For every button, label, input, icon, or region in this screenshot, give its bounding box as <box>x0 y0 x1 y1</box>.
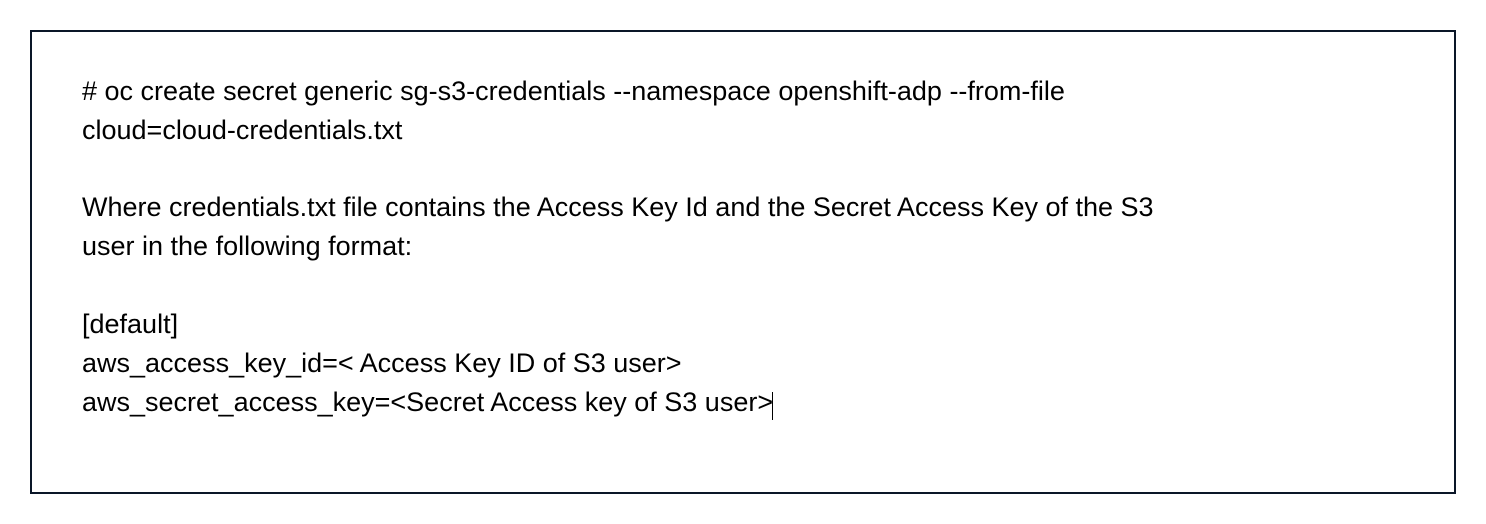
explain-line-1: Where credentials.txt file contains the … <box>82 188 1404 227</box>
config-line-1: [default] <box>82 305 1404 344</box>
document-content: # oc create secret generic sg-s3-credent… <box>82 72 1404 422</box>
config-line-3: aws_secret_access_key=<Secret Access key… <box>82 383 1404 422</box>
text-cursor <box>772 392 773 420</box>
spacer <box>82 150 1404 188</box>
document-box: # oc create secret generic sg-s3-credent… <box>30 30 1456 494</box>
explain-line-2: user in the following format: <box>82 227 1404 266</box>
command-line-2: cloud=cloud-credentials.txt <box>82 111 1404 150</box>
spacer <box>82 267 1404 305</box>
config-line-3-text: aws_secret_access_key=<Secret Access key… <box>82 387 773 417</box>
command-line-1: # oc create secret generic sg-s3-credent… <box>82 72 1404 111</box>
config-line-2: aws_access_key_id=< Access Key ID of S3 … <box>82 344 1404 383</box>
